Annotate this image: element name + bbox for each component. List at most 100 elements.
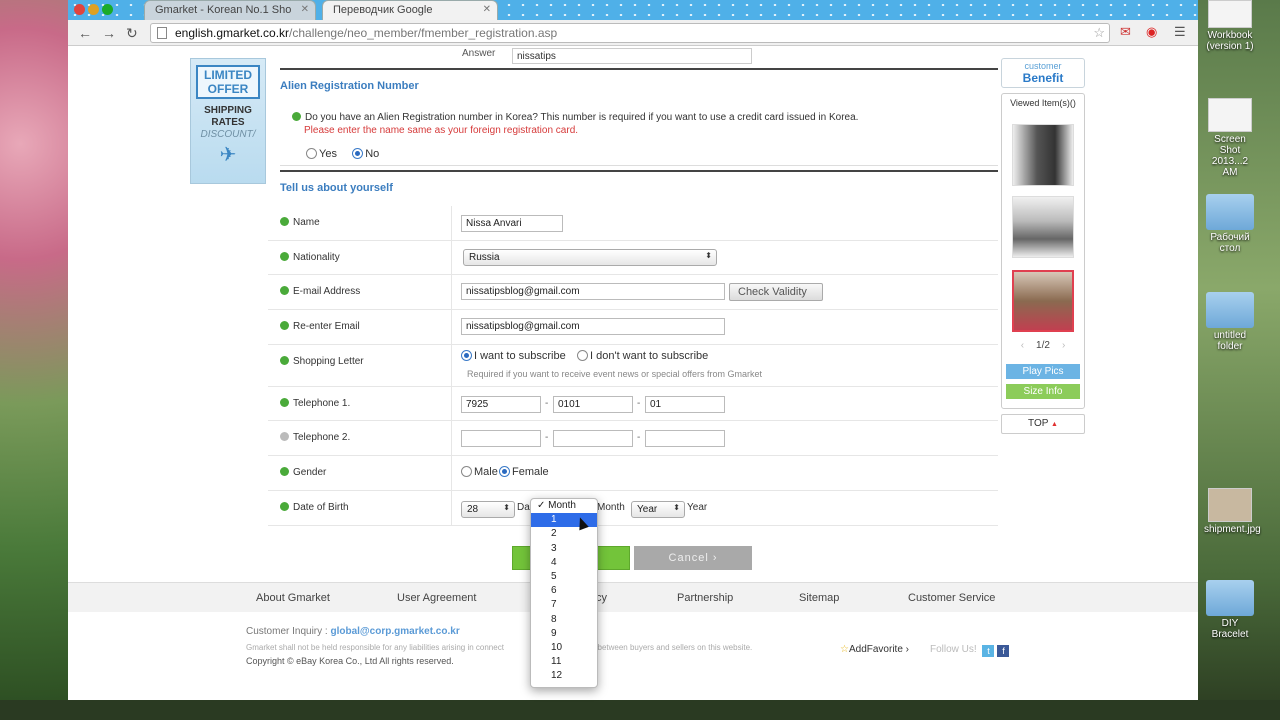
footer-link-user-agreement[interactable]: User Agreement (397, 592, 476, 604)
nationality-select[interactable]: Russia ⬍ (463, 248, 717, 266)
desktop-icon-label: shipment.jpg (1204, 524, 1261, 535)
desktop-icon-shipment[interactable]: shipment.jpg (1204, 488, 1261, 535)
month-option[interactable]: 5 (531, 570, 597, 584)
add-favorite-link[interactable]: ☆AddFavorite › (840, 644, 909, 655)
check-validity-button[interactable]: Check Validity (729, 283, 823, 302)
subscribe-option[interactable]: I want to subscribe (461, 349, 566, 362)
year-selected: Year (637, 503, 658, 515)
right-sidebar: customer Benefit Viewed Item(s)() ‹ 1/2 › … (1001, 58, 1085, 434)
telephone2-part3-input[interactable] (645, 430, 725, 448)
month-option[interactable]: 8 (531, 613, 597, 627)
name-label: Name (268, 206, 452, 240)
desktop-icon-desktop-folder[interactable]: Рабочий стол (1204, 194, 1256, 254)
female-option[interactable]: Female (499, 466, 549, 478)
forward-arrow-icon[interactable]: → (102, 25, 116, 41)
desktop-icon-label: Workbook (version 1) (1206, 30, 1254, 52)
footer-link-customer-service[interactable]: Customer Service (908, 592, 995, 604)
opera-icon[interactable]: ◉ (1146, 24, 1157, 40)
zoom-window-icon[interactable] (102, 4, 113, 15)
month-suffix: Month (597, 501, 625, 513)
back-arrow-icon[interactable]: ← (78, 25, 92, 41)
desktop-icon-diy-bracelet[interactable]: DIY Bracelet (1204, 580, 1256, 640)
close-tab-icon[interactable]: ✕ (483, 4, 491, 15)
top-button[interactable]: TOP ▲ (1001, 414, 1085, 434)
top-label: TOP (1028, 418, 1049, 429)
cancel-button[interactable]: Cancel › (634, 546, 752, 570)
month-option[interactable]: 2 (531, 527, 597, 541)
telephone1-part1-input[interactable]: 7925 (461, 395, 541, 413)
month-option[interactable]: 12 (531, 669, 597, 683)
email-input[interactable]: nissatipsblog@gmail.com (461, 283, 725, 301)
gmail-icon[interactable]: ✉ (1120, 24, 1131, 40)
check-icon (280, 217, 289, 226)
yes-radio[interactable] (306, 148, 317, 159)
month-option[interactable]: 7 (531, 598, 597, 612)
inquiry-label: Customer Inquiry : (246, 626, 328, 637)
inquiry-email-link[interactable]: global@corp.gmarket.co.kr (330, 626, 459, 637)
twitter-icon[interactable]: t (982, 645, 995, 657)
male-radio[interactable] (461, 466, 472, 478)
day-select[interactable]: 28 ⬍ (461, 500, 515, 518)
prev-icon[interactable]: ‹ (1021, 340, 1024, 351)
no-subscribe-option[interactable]: I don't want to subscribe (577, 349, 708, 362)
month-option[interactable]: 6 (531, 584, 597, 598)
page-content: LIMITED OFFER SHIPPING RATES DISCOUNT/ ✈… (68, 46, 1198, 700)
telephone1-part3-input[interactable]: 01 (645, 395, 725, 413)
minimize-window-icon[interactable] (88, 4, 99, 15)
personal-info-form: Name Nissa Anvari Nationality Russia ⬍ E-… (268, 206, 998, 526)
month-option[interactable]: 10 (531, 641, 597, 655)
facebook-icon[interactable]: f (997, 645, 1010, 657)
viewed-item-thumbnail[interactable] (1012, 270, 1074, 332)
size-info-button[interactable]: Size Info (1006, 384, 1080, 399)
reemail-input[interactable]: nissatipsblog@gmail.com (461, 318, 725, 336)
footer-link-sitemap[interactable]: Sitemap (799, 592, 839, 604)
email-row: E-mail Address nissatipsblog@gmail.com C… (268, 275, 998, 311)
telephone2-part2-input[interactable] (553, 430, 633, 448)
tab-google-translate[interactable]: Переводчик Google ✕ (322, 0, 498, 20)
answer-input[interactable]: nissatips (512, 48, 752, 64)
bookmark-star-icon[interactable]: ☆ (1093, 25, 1105, 41)
desktop-icon-untitled-folder[interactable]: untitled folder (1204, 292, 1256, 352)
menu-icon[interactable]: ☰ (1174, 24, 1186, 40)
month-option[interactable]: 11 (531, 655, 597, 669)
check-icon (280, 355, 289, 365)
telephone1-part2-input[interactable]: 0101 (553, 395, 633, 413)
tab-label: Gmarket - Korean No.1 Sho (155, 4, 292, 16)
telephone2-part1-input[interactable] (461, 430, 541, 448)
no-subscribe-radio[interactable] (577, 349, 588, 361)
month-option[interactable]: 3 (531, 542, 597, 556)
play-pics-button[interactable]: Play Pics (1006, 364, 1080, 379)
next-icon[interactable]: › (1062, 340, 1065, 351)
month-option[interactable]: 4 (531, 556, 597, 570)
xlsx-file-icon (1208, 0, 1252, 28)
month-option[interactable]: 9 (531, 627, 597, 641)
footer-link-about[interactable]: About Gmarket (256, 592, 330, 604)
viewed-item-thumbnail[interactable] (1012, 124, 1074, 186)
label-text: Shopping Letter (293, 355, 364, 367)
shopping-letter-label: Shopping Letter (268, 344, 452, 386)
female-radio[interactable] (499, 466, 510, 478)
viewed-item-thumbnail[interactable] (1012, 196, 1074, 258)
limited-offer-banner[interactable]: LIMITED OFFER SHIPPING RATES DISCOUNT/ ✈ (190, 58, 266, 184)
name-input[interactable]: Nissa Anvari (461, 215, 563, 232)
footer-link-partnership[interactable]: Partnership (677, 592, 733, 604)
desktop-icon-xlsx[interactable]: Workbook (version 1) (1204, 0, 1256, 52)
desktop-icon-screenshot[interactable]: Screen Shot 2013...2 AM (1204, 98, 1256, 178)
month-option-header[interactable]: ✓ Month (531, 499, 597, 513)
subscribe-radio[interactable] (461, 349, 472, 361)
check-icon (280, 501, 289, 511)
tab-gmarket[interactable]: Gmarket - Korean No.1 Sho ✕ (144, 0, 316, 20)
viewed-pager: ‹ 1/2 › (1002, 340, 1084, 351)
male-option[interactable]: Male (461, 466, 498, 478)
no-radio[interactable] (352, 148, 364, 159)
close-window-icon[interactable] (74, 4, 85, 15)
page-icon (157, 27, 167, 39)
reload-icon[interactable]: ↻ (126, 25, 138, 42)
select-arrows-icon: ⬍ (503, 502, 510, 512)
tab-label: Переводчик Google (333, 4, 433, 16)
address-bar[interactable]: english.gmarket.co.kr/challenge/neo_memb… (150, 23, 1110, 43)
close-tab-icon[interactable]: ✕ (301, 4, 309, 15)
nationality-label: Nationality (268, 240, 452, 275)
customer-benefit-button[interactable]: customer Benefit (1001, 58, 1085, 88)
year-select[interactable]: Year ⬍ (631, 500, 685, 518)
